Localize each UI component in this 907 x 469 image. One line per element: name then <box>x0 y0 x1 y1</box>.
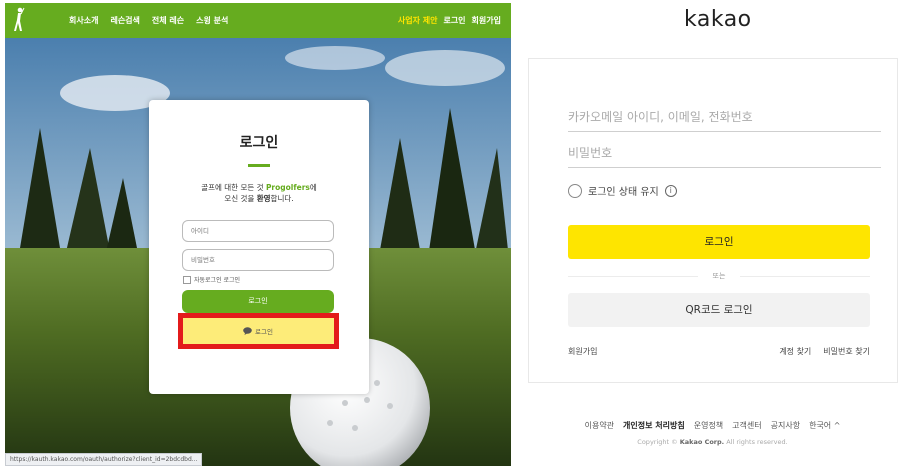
id-input[interactable]: 아이디 <box>182 220 334 242</box>
top-nav-bar: 회사소개 레슨검색 전체 레슨 스윙 분석 사업자 제안 로그인 회원가입 <box>5 3 511 38</box>
welcome-text-1: 골프에 대한 모든 것 <box>201 183 266 192</box>
support-link[interactable]: 고객센터 <box>732 420 761 431</box>
signup-link[interactable]: 회원가입 <box>568 346 597 357</box>
keep-login-label: 로그인 상태 유지 <box>588 187 659 198</box>
kakao-footer: 이용약관 개인정보 처리방침 운영정책 고객센터 공지사항 한국어 ^ <box>518 420 907 431</box>
language-selector[interactable]: 한국어 ^ <box>809 420 840 431</box>
login-card: 로그인 골프에 대한 모든 것 Progolfers에 오신 것을 환영합니다.… <box>149 100 369 394</box>
privacy-link[interactable]: 개인정보 처리방침 <box>623 420 685 431</box>
auto-login-checkbox[interactable] <box>183 275 191 284</box>
copyright-brand: Kakao Corp. <box>679 438 725 446</box>
terms-link[interactable]: 이용약관 <box>585 420 614 431</box>
nav-swing-analysis[interactable]: 스윙 분석 <box>196 15 228 26</box>
kakao-login-card: 카카오메일 아이디, 이메일, 전화번호 비밀번호 로그인 상태 유지 i 로그… <box>528 58 898 383</box>
nav-login[interactable]: 로그인 <box>443 15 465 26</box>
notice-link[interactable]: 공지사항 <box>771 420 800 431</box>
qr-login-button[interactable]: QR코드 로그인 <box>568 293 870 327</box>
welcome-text-4: 합니다. <box>270 194 294 203</box>
account-links: 회원가입 계정 찾기 비밀번호 찾기 <box>568 346 870 358</box>
keep-login-row: 로그인 상태 유지 i <box>568 183 677 198</box>
status-bar-url: https://kauth.kakao.com/oauth/authorize?… <box>5 453 203 466</box>
welcome-text-2: 에 <box>309 183 317 192</box>
policy-link[interactable]: 운영정책 <box>694 420 723 431</box>
kakao-login-button[interactable]: 로그인 <box>568 225 870 259</box>
nav-business-proposal[interactable]: 사업자 제안 <box>398 15 438 26</box>
copyright: Copyright © Kakao Corp. All rights reser… <box>518 438 907 446</box>
welcome-bold: 환영 <box>256 194 271 203</box>
auto-login-label: 자동로그인 로그인 <box>194 277 241 284</box>
welcome-text-3: 오신 것을 <box>224 194 257 203</box>
progolfers-window: 회사소개 레슨검색 전체 레슨 스윙 분석 사업자 제안 로그인 회원가입 로그… <box>5 3 511 466</box>
info-icon[interactable]: i <box>664 184 677 197</box>
kakao-id-input[interactable]: 카카오메일 아이디, 이메일, 전화번호 <box>568 103 881 132</box>
find-password-link[interactable]: 비밀번호 찾기 <box>823 346 870 357</box>
copyright-pre: Copyright © <box>637 438 680 446</box>
login-button[interactable]: 로그인 <box>182 290 334 313</box>
highlight-box <box>178 313 339 349</box>
golfer-logo-icon[interactable] <box>13 7 25 33</box>
nav-signup[interactable]: 회원가입 <box>472 15 501 26</box>
account-nav: 사업자 제안 로그인 회원가입 <box>398 3 501 38</box>
find-account-link[interactable]: 계정 찾기 <box>779 346 811 357</box>
kakao-logo: kakao <box>684 7 752 32</box>
nav-company[interactable]: 회사소개 <box>69 15 98 26</box>
welcome-message: 골프에 대한 모든 것 Progolfers에 오신 것을 환영합니다. <box>149 182 369 204</box>
nav-lesson-search[interactable]: 레슨검색 <box>110 15 139 26</box>
main-nav: 회사소개 레슨검색 전체 레슨 스윙 분석 <box>69 3 228 38</box>
login-title: 로그인 <box>239 135 279 151</box>
brand-name: Progolfers <box>265 183 310 192</box>
or-label: 또는 <box>712 272 726 280</box>
nav-all-lessons[interactable]: 전체 레슨 <box>152 15 184 26</box>
kakao-login-page: kakao 카카오메일 아이디, 이메일, 전화번호 비밀번호 로그인 상태 유… <box>518 0 907 469</box>
auto-login-row: 자동로그인 로그인 <box>183 275 240 284</box>
kakao-password-input[interactable]: 비밀번호 <box>568 139 881 168</box>
keep-login-radio[interactable] <box>568 183 582 198</box>
password-input[interactable]: 비밀번호 <box>182 249 334 271</box>
or-divider: 또는 <box>568 271 870 281</box>
title-underline <box>248 164 270 167</box>
find-links: 계정 찾기 비밀번호 찾기 <box>779 346 870 357</box>
copyright-post: All rights reserved. <box>724 438 788 446</box>
